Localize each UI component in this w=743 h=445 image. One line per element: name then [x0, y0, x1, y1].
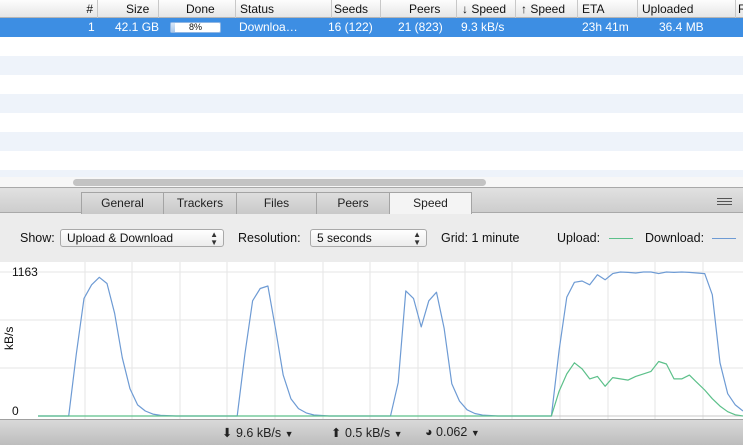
empty-row	[0, 132, 743, 151]
column-header-down-speed[interactable]: ↓ Speed	[457, 0, 516, 18]
row-uploaded: 36.4 MB	[659, 20, 704, 34]
download-legend-line	[712, 238, 736, 239]
download-series-line	[38, 271, 743, 417]
y-axis-min-label: 0	[12, 404, 19, 418]
empty-row	[0, 56, 743, 75]
resolution-select[interactable]: 5 seconds ▲ ▼	[310, 229, 427, 247]
torrent-table: # Size Done Status Seeds Peers ↓ Speed ↑…	[0, 0, 743, 187]
column-header-peers[interactable]: Peers	[381, 0, 457, 18]
tab-speed[interactable]: Speed	[389, 192, 472, 215]
column-header-index[interactable]: #	[0, 0, 98, 18]
table-row[interactable]: 1 42.1 GB 8% Downloa… 16 (122) 21 (823) …	[0, 18, 743, 37]
column-header-size[interactable]: Size	[98, 0, 159, 18]
chevron-down-icon: ▼	[393, 429, 403, 439]
grid-label: Grid: 1 minute	[441, 231, 520, 245]
column-header-ratio[interactable]: R	[736, 0, 743, 18]
updown-arrows-icon: ▲ ▼	[413, 230, 421, 247]
tab-peers[interactable]: Peers	[316, 192, 390, 214]
row-index: 1	[88, 20, 95, 34]
resolution-label: Resolution:	[238, 231, 301, 245]
chevron-down-icon: ▼	[284, 429, 294, 439]
total-download-speed-value: 9.6 kB/s	[235, 426, 282, 440]
row-eta: 23h 41m	[582, 20, 629, 34]
row-down-speed: 9.3 kB/s	[461, 20, 505, 34]
y-axis-max-label: 1163	[12, 265, 38, 279]
column-header-seeds[interactable]: Seeds	[332, 0, 381, 18]
show-select-value: Upload & Download	[67, 231, 174, 245]
chevron-down-icon: ▼	[470, 428, 480, 438]
show-label: Show:	[20, 231, 55, 245]
ratio-icon: ◕	[425, 425, 433, 439]
total-download-speed[interactable]: ⬇ 9.6 kB/s ▼	[222, 425, 294, 440]
download-legend-label: Download:	[645, 231, 705, 245]
inspector-tab-bar: General Trackers Files Peers Speed	[0, 187, 743, 215]
up-arrow-icon: ⬆	[331, 426, 342, 440]
show-select[interactable]: Upload & Download ▲ ▼	[60, 229, 224, 247]
resolution-select-value: 5 seconds	[317, 231, 372, 245]
updown-arrows-icon: ▲ ▼	[210, 230, 218, 247]
list-menu-icon[interactable]	[717, 198, 732, 206]
down-arrow-icon: ⬇	[222, 426, 233, 440]
column-header-done[interactable]: Done	[159, 0, 236, 18]
empty-row	[0, 94, 743, 113]
progress-bar: 8%	[170, 22, 221, 33]
row-peers: 21 (823)	[398, 20, 443, 34]
ratio-indicator[interactable]: ◕ 0.062 ▼	[425, 425, 480, 439]
tab-general[interactable]: General	[81, 192, 164, 214]
horizontal-scroll-thumb[interactable]	[73, 179, 486, 186]
speed-graph-svg	[0, 262, 743, 419]
total-upload-speed-value: 0.5 kB/s	[344, 426, 391, 440]
speed-options: Show: Upload & Download ▲ ▼ Resolution: 5…	[0, 214, 743, 262]
column-header-eta[interactable]: ETA	[578, 0, 638, 18]
total-upload-speed[interactable]: ⬆ 0.5 kB/s ▼	[331, 425, 403, 440]
tab-trackers[interactable]: Trackers	[163, 192, 237, 214]
row-size: 42.1 GB	[115, 20, 160, 34]
tab-files[interactable]: Files	[236, 192, 317, 214]
upload-legend-label: Upload:	[557, 231, 601, 245]
row-seeds: 16 (122)	[328, 20, 373, 34]
column-header-uploaded[interactable]: Uploaded	[638, 0, 736, 18]
table-header: # Size Done Status Seeds Peers ↓ Speed ↑…	[0, 0, 743, 18]
upload-legend-line	[609, 238, 633, 239]
column-header-up-speed[interactable]: ↑ Speed	[516, 0, 578, 18]
status-bar: ⬇ 9.6 kB/s ▼ ⬆ 0.5 kB/s ▼ ◕ 0.062 ▼	[0, 419, 743, 445]
column-header-status[interactable]: Status	[236, 0, 332, 18]
upload-series-line	[38, 360, 743, 417]
ratio-value: 0.062	[436, 425, 468, 439]
row-status: Downloa…	[239, 20, 298, 34]
speed-graph: 1163 0 kB/s	[0, 262, 743, 419]
progress-text: 8%	[188, 22, 202, 32]
y-axis-title: kB/s	[2, 326, 16, 350]
